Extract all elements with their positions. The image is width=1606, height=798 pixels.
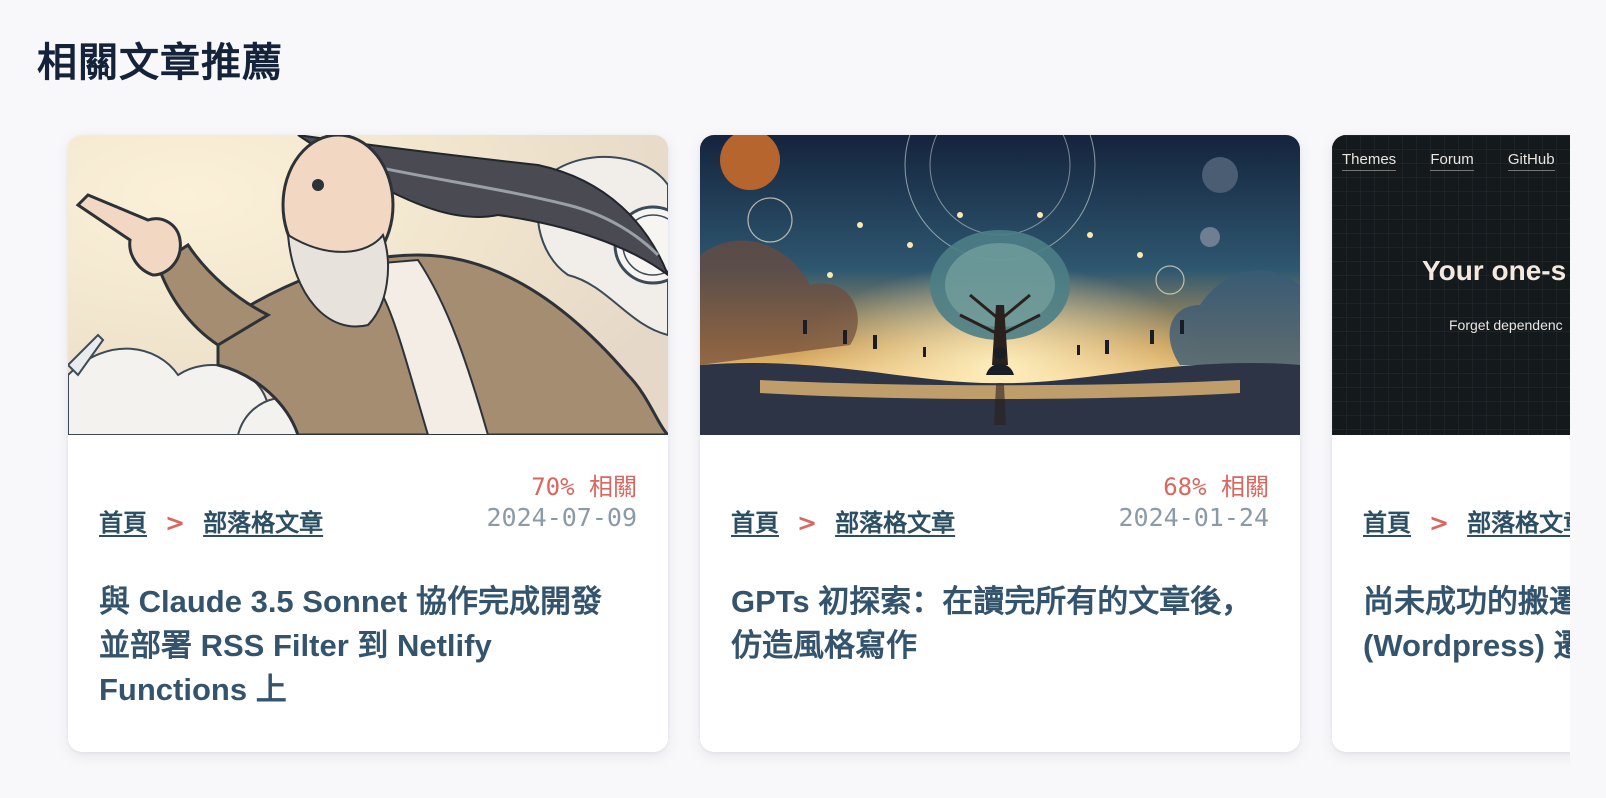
publish-date: 2024-07-09 — [486, 503, 637, 532]
screenshot-nav-item: Themes — [1342, 151, 1397, 171]
article-thumbnail[interactable] — [700, 135, 1300, 435]
article-title-line: (Wordpress) 遷 — [1363, 628, 1570, 663]
screenshot-nav-item: GitHub — [1507, 151, 1555, 171]
breadcrumb: 首頁 > 部落格文章 — [1363, 503, 1570, 538]
breadcrumb-home-link[interactable]: 首頁 — [731, 509, 779, 537]
article-meta: 70% 相關 首頁 > 部落格文章 2024-07-09 — [99, 467, 637, 537]
breadcrumb-separator: > — [165, 509, 186, 537]
breadcrumb-home-link[interactable]: 首頁 — [1363, 509, 1411, 537]
article-title-link[interactable]: GPTs 初探索：在讀完所有的文章後，仿造風格寫作 — [731, 580, 1260, 668]
article-title-link[interactable]: 尚未成功的搬遷 (Wordpress) 遷 — [1363, 580, 1570, 668]
publish-date: 2024-01-24 — [1118, 503, 1269, 532]
related-articles-carousel[interactable]: 70% 相關 首頁 > 部落格文章 2024-07-09 與 Claude 3.5 … — [0, 115, 1570, 775]
screenshot-sub-text: Forget dependenc — [1449, 317, 1563, 333]
article-card[interactable]: 70% 相關 首頁 > 部落格文章 2024-07-09 與 Claude 3.5 … — [68, 135, 668, 752]
relevance-score: 70% 相關 — [531, 473, 637, 501]
cosmic-tree-meditation-illustration-icon — [700, 135, 1300, 435]
breadcrumb-separator: > — [797, 509, 818, 537]
screenshot-hero-text: Your one-s — [1422, 255, 1567, 286]
breadcrumb-category-link[interactable]: 部落格文章 — [203, 509, 323, 537]
breadcrumb: 首頁 > 部落格文章 — [99, 503, 323, 538]
screenshot-nav-item: Forum — [1430, 151, 1474, 171]
article-card[interactable]: Themes Forum GitHub Your one-s Forget de… — [1332, 135, 1570, 752]
article-thumbnail[interactable] — [68, 135, 668, 435]
article-title-link[interactable]: 與 Claude 3.5 Sonnet 協作完成開發並部署 RSS Filter… — [99, 580, 628, 712]
breadcrumb-home-link[interactable]: 首頁 — [99, 509, 147, 537]
article-meta: 68% 相關 首頁 > 部落格文章 2024-01-24 — [731, 467, 1269, 537]
article-title-line: 尚未成功的搬遷 — [1363, 584, 1570, 619]
article-thumbnail[interactable]: Themes Forum GitHub Your one-s Forget de… — [1332, 135, 1570, 435]
cartoon-man-pointing-illustration-icon — [68, 135, 668, 435]
screenshot-nav: Themes Forum GitHub — [1342, 151, 1570, 171]
breadcrumb: 首頁 > 部落格文章 — [731, 503, 955, 538]
breadcrumb-category-link[interactable]: 部落格文章 — [1467, 509, 1570, 537]
article-meta: 首頁 > 部落格文章 — [1363, 467, 1570, 537]
breadcrumb-separator: > — [1429, 509, 1450, 537]
section-title: 相關文章推薦 — [37, 40, 283, 86]
breadcrumb-category-link[interactable]: 部落格文章 — [835, 509, 955, 537]
article-card[interactable]: 68% 相關 首頁 > 部落格文章 2024-01-24 GPTs 初探索：在讀完所… — [700, 135, 1300, 752]
related-articles-section: 相關文章推薦 70% 相關 首頁 > 部落格文章 2024-07-09 與 Cl… — [0, 0, 1606, 798]
relevance-score: 68% 相關 — [1163, 473, 1269, 501]
